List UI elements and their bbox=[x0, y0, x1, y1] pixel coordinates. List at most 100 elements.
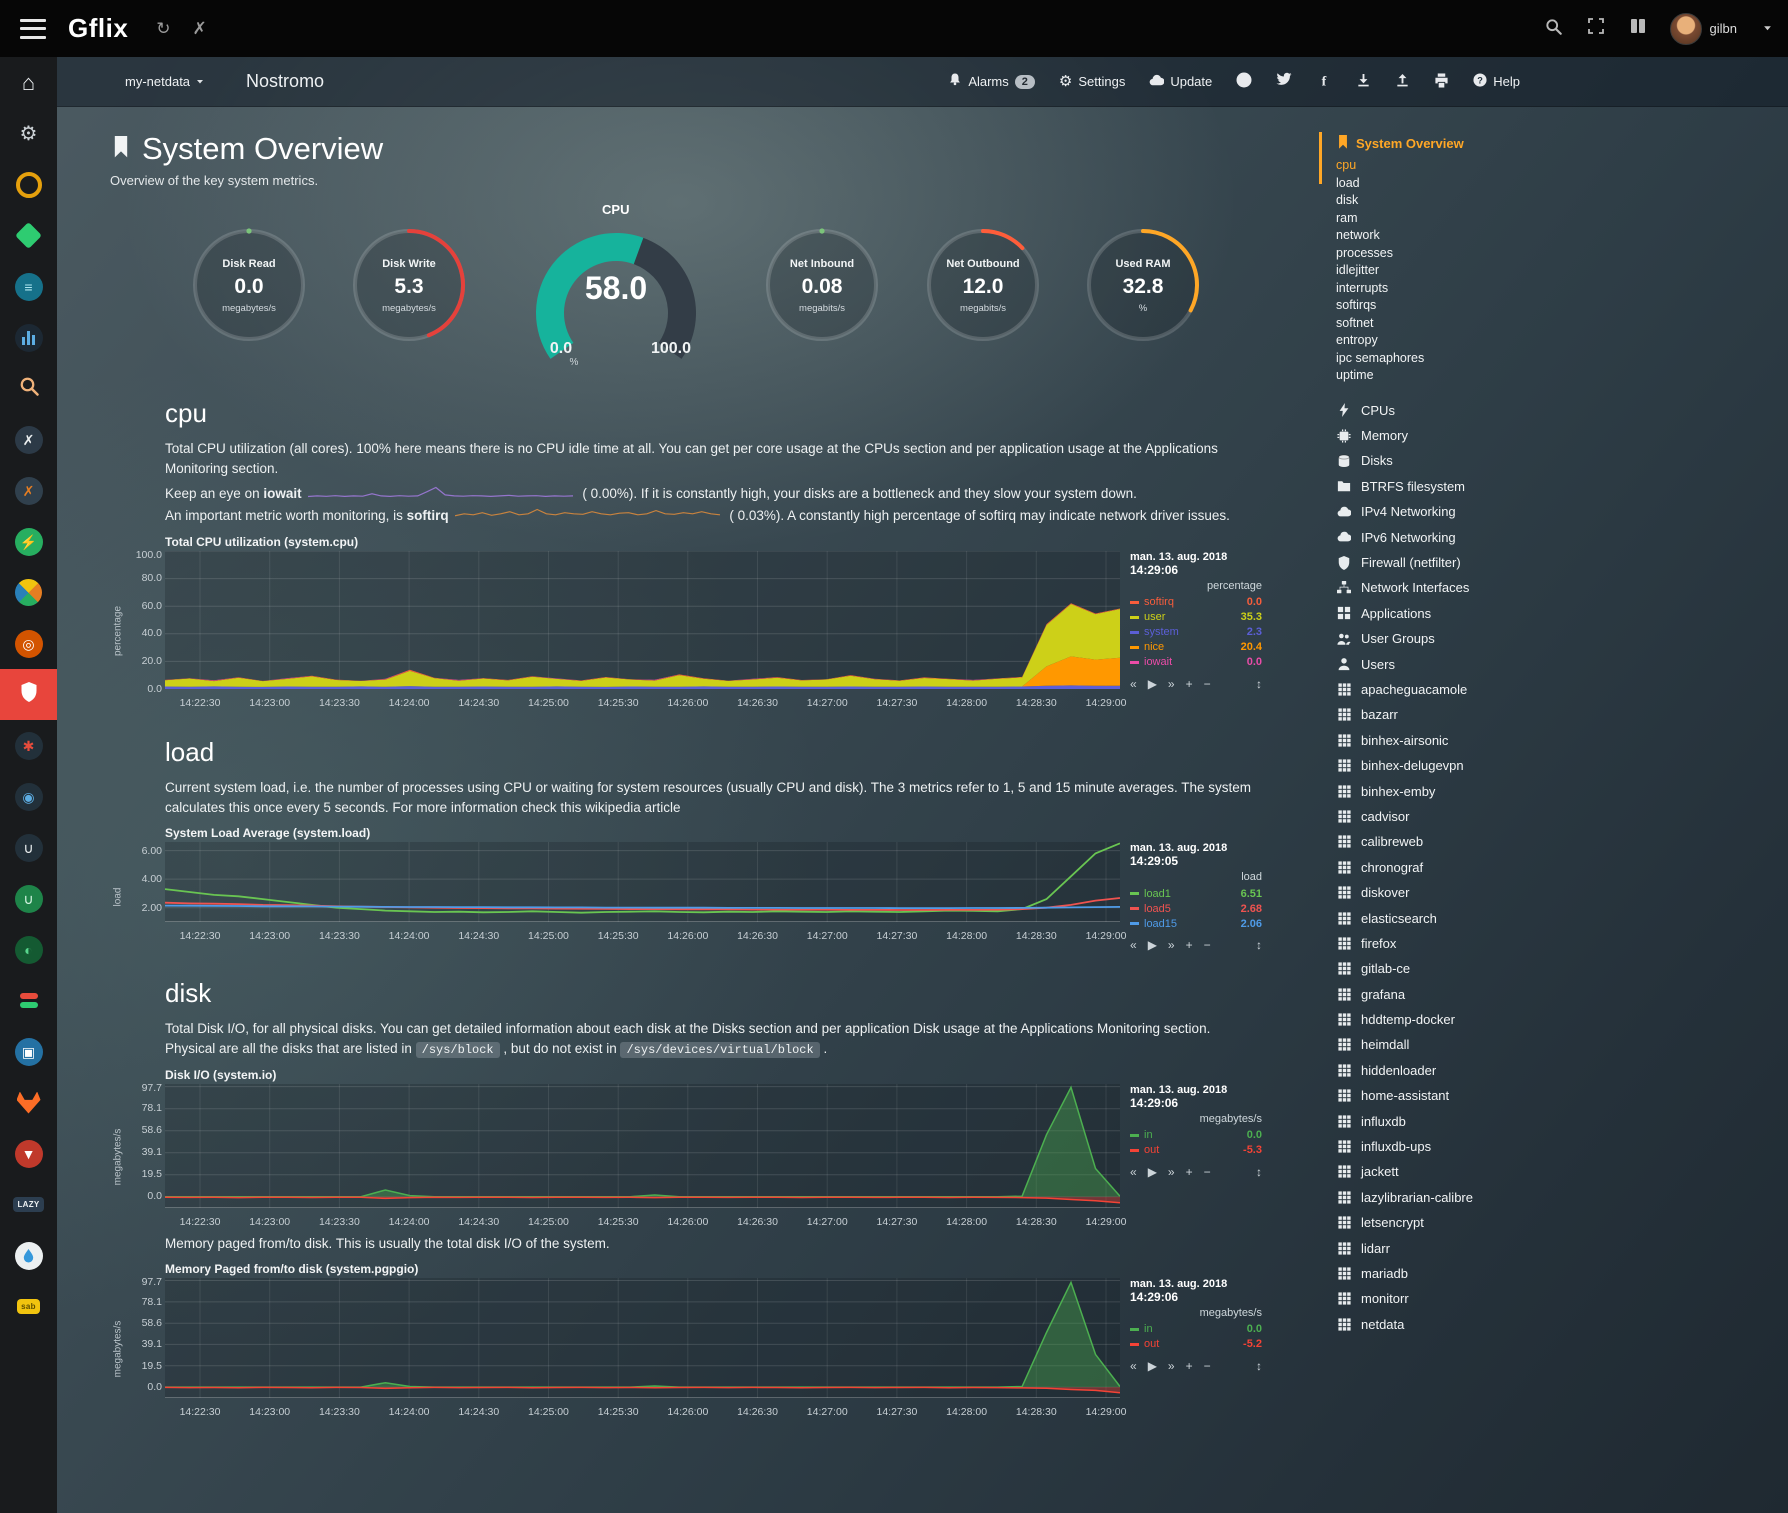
app-shortcut[interactable] bbox=[0, 1230, 57, 1281]
toc-app-monitorr[interactable]: monitorr bbox=[1336, 1286, 1779, 1311]
app-shortcut[interactable] bbox=[0, 312, 57, 363]
chart-pan-back-icon[interactable]: « bbox=[1130, 938, 1137, 952]
server-dropdown[interactable]: my-netdata bbox=[125, 74, 204, 89]
legend-item-in[interactable]: in0.0 bbox=[1130, 1322, 1262, 1337]
gauge-net-outbound[interactable]: Net Outbound12.0megabits/s bbox=[924, 226, 1042, 349]
app-shortcut[interactable] bbox=[0, 159, 57, 210]
cpu-chart-canvas[interactable] bbox=[165, 551, 1120, 694]
toc-app-binhex-emby[interactable]: binhex-emby bbox=[1336, 778, 1779, 803]
tab-refresh-icon[interactable]: ↻ bbox=[156, 19, 170, 39]
toc-app-jackett[interactable]: jackett bbox=[1336, 1159, 1779, 1184]
toc-app-netdata[interactable]: netdata bbox=[1336, 1312, 1779, 1337]
legend-item-out[interactable]: out-5.3 bbox=[1130, 1143, 1262, 1158]
app-shortcut[interactable]: ◉ bbox=[0, 771, 57, 822]
toc-app-grafana[interactable]: grafana bbox=[1336, 981, 1779, 1006]
chart-zoom-out-icon[interactable]: − bbox=[1204, 677, 1211, 691]
app-shortcut[interactable] bbox=[0, 975, 57, 1026]
load-chart-canvas[interactable] bbox=[165, 842, 1120, 927]
legend-item-user[interactable]: user35.3 bbox=[1130, 610, 1262, 625]
toc-item-softnet[interactable]: softnet bbox=[1336, 315, 1779, 333]
toc-app-mariadb[interactable]: mariadb bbox=[1336, 1261, 1779, 1286]
toc-item-uptime[interactable]: uptime bbox=[1336, 367, 1779, 385]
app-shortcut[interactable] bbox=[0, 210, 57, 261]
toc-item-softirqs[interactable]: softirqs bbox=[1336, 297, 1779, 315]
toc-app-apacheguacamole[interactable]: apacheguacamole bbox=[1336, 677, 1779, 702]
gauge-disk-read[interactable]: Disk Read0.0megabytes/s bbox=[190, 226, 308, 349]
legend-item-load15[interactable]: load152.06 bbox=[1130, 916, 1262, 931]
chart-resize-handle[interactable]: ↕ bbox=[1256, 938, 1262, 952]
tab-close-icon[interactable]: ✗ bbox=[193, 19, 207, 39]
chart-resize-handle[interactable]: ↕ bbox=[1256, 1165, 1262, 1179]
legend-item-load1[interactable]: load16.51 bbox=[1130, 886, 1262, 901]
toc-item-ram[interactable]: ram bbox=[1336, 210, 1779, 228]
toc-app-heimdall[interactable]: heimdall bbox=[1336, 1032, 1779, 1057]
toc-system-overview[interactable]: System Overview bbox=[1336, 135, 1779, 152]
toc-app-gitlab-ce[interactable]: gitlab-ce bbox=[1336, 956, 1779, 981]
app-shortcut[interactable]: ⚡ bbox=[0, 516, 57, 567]
toc-group-cpus[interactable]: CPUs bbox=[1336, 398, 1779, 423]
app-shortcut[interactable]: ∪ bbox=[0, 822, 57, 873]
toc-item-interrupts[interactable]: interrupts bbox=[1336, 280, 1779, 298]
chart-play-icon[interactable]: ▶ bbox=[1148, 938, 1157, 952]
toc-group-firewall-netfilter-[interactable]: Firewall (netfilter) bbox=[1336, 550, 1779, 575]
chart-resize-handle[interactable]: ↕ bbox=[1256, 677, 1262, 691]
toc-app-hiddenloader[interactable]: hiddenloader bbox=[1336, 1058, 1779, 1083]
fullscreen-icon[interactable] bbox=[1588, 18, 1604, 39]
gauge-net-inbound[interactable]: Net Inbound0.08megabits/s bbox=[763, 226, 881, 349]
toc-app-lazylibrarian-calibre[interactable]: lazylibrarian-calibre bbox=[1336, 1185, 1779, 1210]
disk-chart-canvas[interactable] bbox=[165, 1084, 1120, 1213]
toc-app-letsencrypt[interactable]: letsencrypt bbox=[1336, 1210, 1779, 1235]
username[interactable]: gilbn bbox=[1710, 21, 1737, 36]
app-shortcut[interactable]: sab bbox=[0, 1281, 57, 1332]
toc-app-home-assistant[interactable]: home-assistant bbox=[1336, 1083, 1779, 1108]
settings-button[interactable]: ⚙ Settings bbox=[1059, 74, 1125, 89]
app-shortcut[interactable] bbox=[0, 1077, 57, 1128]
app-shortcut[interactable]: ▼ bbox=[0, 1128, 57, 1179]
app-shortcut[interactable]: LAZY bbox=[0, 1179, 57, 1230]
toc-group-user-groups[interactable]: User Groups bbox=[1336, 626, 1779, 651]
toc-group-ipv4-networking[interactable]: IPv4 Networking bbox=[1336, 499, 1779, 524]
app-shortcut[interactable]: ✱ bbox=[0, 720, 57, 771]
chart-pan-back-icon[interactable]: « bbox=[1130, 1165, 1137, 1179]
app-shortcut[interactable]: ⚙ bbox=[0, 108, 57, 159]
toc-item-load[interactable]: load bbox=[1336, 175, 1779, 193]
toc-item-processes[interactable]: processes bbox=[1336, 245, 1779, 263]
toc-app-firefox[interactable]: firefox bbox=[1336, 931, 1779, 956]
menu-icon[interactable] bbox=[20, 19, 46, 39]
toc-app-binhex-airsonic[interactable]: binhex-airsonic bbox=[1336, 728, 1779, 753]
toc-item-disk[interactable]: disk bbox=[1336, 192, 1779, 210]
chart-play-icon[interactable]: ▶ bbox=[1148, 677, 1157, 691]
print-icon[interactable] bbox=[1434, 73, 1449, 91]
legend-item-iowait[interactable]: iowait0.0 bbox=[1130, 655, 1262, 670]
gauge-cpu[interactable]: CPU58.00.0100.0% bbox=[511, 202, 721, 372]
toc-app-bazarr[interactable]: bazarr bbox=[1336, 702, 1779, 727]
upload-icon[interactable] bbox=[1395, 73, 1410, 91]
toc-app-binhex-delugevpn[interactable]: binhex-delugevpn bbox=[1336, 753, 1779, 778]
toc-app-elasticsearch[interactable]: elasticsearch bbox=[1336, 905, 1779, 930]
chart-zoom-in-icon[interactable]: + bbox=[1186, 677, 1193, 691]
gauge-used-ram[interactable]: Used RAM32.8% bbox=[1084, 226, 1202, 349]
toc-group-ipv6-networking[interactable]: IPv6 Networking bbox=[1336, 524, 1779, 549]
chart-zoom-in-icon[interactable]: + bbox=[1186, 1359, 1193, 1373]
app-shortcut[interactable]: ◐ bbox=[0, 924, 57, 975]
app-shortcut[interactable]: ⌂ bbox=[0, 57, 57, 108]
chart-zoom-out-icon[interactable]: − bbox=[1204, 1359, 1211, 1373]
alarms-button[interactable]: Alarms 2 bbox=[948, 73, 1035, 90]
toc-app-influxdb-ups[interactable]: influxdb-ups bbox=[1336, 1134, 1779, 1159]
app-shortcut[interactable]: ∪ bbox=[0, 873, 57, 924]
toc-item-entropy[interactable]: entropy bbox=[1336, 332, 1779, 350]
toc-group-memory[interactable]: Memory bbox=[1336, 423, 1779, 448]
toc-group-disks[interactable]: Disks bbox=[1336, 448, 1779, 473]
facebook-icon[interactable]: f bbox=[1316, 72, 1332, 91]
search-icon[interactable] bbox=[1545, 18, 1562, 40]
chart-zoom-out-icon[interactable]: − bbox=[1204, 938, 1211, 952]
app-shortcut[interactable] bbox=[0, 567, 57, 618]
gauge-disk-write[interactable]: Disk Write5.3megabytes/s bbox=[350, 226, 468, 349]
toc-item-network[interactable]: network bbox=[1336, 227, 1779, 245]
github-icon[interactable] bbox=[1236, 72, 1252, 91]
app-shortcut[interactable]: ◎ bbox=[0, 618, 57, 669]
app-shortcut[interactable]: ≡ bbox=[0, 261, 57, 312]
toc-group-btrfs-filesystem[interactable]: BTRFS filesystem bbox=[1336, 474, 1779, 499]
toc-app-cadvisor[interactable]: cadvisor bbox=[1336, 804, 1779, 829]
toc-item-ipc-semaphores[interactable]: ipc semaphores bbox=[1336, 350, 1779, 368]
